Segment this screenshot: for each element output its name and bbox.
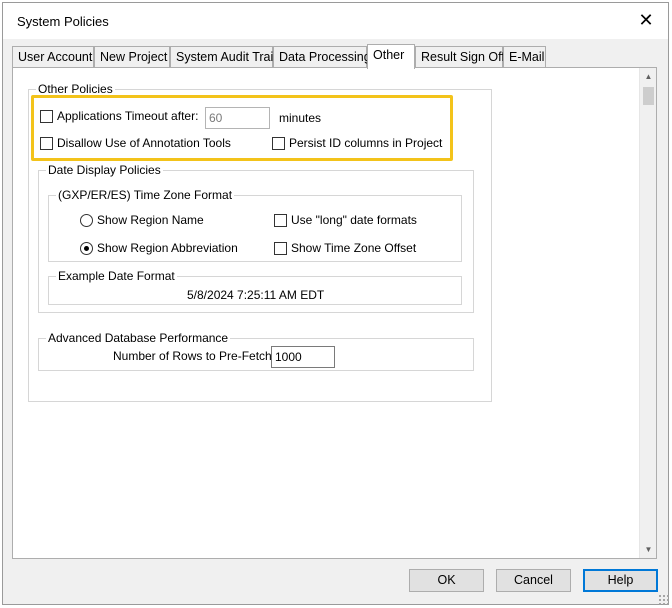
cancel-button[interactable]: Cancel [496, 569, 571, 592]
scroll-down-icon[interactable]: ▼ [640, 541, 657, 558]
rows-prefetch-label: Number of Rows to Pre-Fetch: [113, 349, 276, 363]
minutes-unit-label: minutes [279, 111, 322, 125]
show-time-zone-offset-label: Show Time Zone Offset [291, 241, 417, 255]
show-region-abbreviation-label: Show Region Abbreviation [97, 241, 238, 255]
checkbox-box[interactable] [40, 109, 53, 123]
tab-result-sign-off[interactable]: Result Sign Off [415, 46, 505, 68]
checkbox-box[interactable] [274, 241, 287, 255]
applications-timeout-checkbox[interactable]: Applications Timeout after: [40, 109, 198, 123]
vertical-scrollbar[interactable]: ▲ ▼ [639, 68, 656, 558]
tab-user-account[interactable]: User Account [12, 46, 94, 68]
tab-new-project[interactable]: New Project [94, 46, 170, 68]
tab-system-audit-trail[interactable]: System Audit Trail [170, 46, 276, 68]
advanced-database-performance-legend: Advanced Database Performance [46, 331, 231, 345]
tab-other[interactable]: Other [367, 44, 415, 69]
tab-e-mail[interactable]: E-Mail [503, 46, 546, 68]
radio-circle-selected[interactable] [80, 241, 93, 255]
disallow-annotation-label: Disallow Use of Annotation Tools [57, 136, 231, 150]
show-region-name-radio[interactable]: Show Region Name [80, 213, 204, 227]
other-policies-legend: Other Policies [36, 82, 115, 96]
tab-data-processing[interactable]: Data Processing [273, 46, 371, 68]
use-long-date-formats-label: Use "long" date formats [291, 213, 417, 227]
radio-circle[interactable] [80, 213, 93, 227]
persist-id-columns-label: Persist ID columns in Project [289, 136, 443, 150]
example-date-value: 5/8/2024 7:25:11 AM EDT [187, 288, 325, 302]
close-icon[interactable]: ✕ [636, 10, 656, 30]
resize-grip-icon[interactable] [658, 594, 670, 606]
help-button[interactable]: Help [583, 569, 658, 592]
example-date-format-legend: Example Date Format [56, 269, 177, 283]
title-bar: System Policies ✕ [3, 3, 668, 39]
checkbox-box[interactable] [272, 136, 285, 150]
rows-prefetch-input[interactable] [271, 346, 335, 368]
show-region-abbreviation-radio[interactable]: Show Region Abbreviation [80, 241, 238, 255]
checkbox-box[interactable] [40, 136, 53, 150]
scroll-thumb[interactable] [643, 87, 654, 105]
ok-button[interactable]: OK [409, 569, 484, 592]
time-zone-format-legend: (GXP/ER/ES) Time Zone Format [56, 188, 235, 202]
persist-id-columns-checkbox[interactable]: Persist ID columns in Project [272, 136, 442, 150]
window-title: System Policies [17, 14, 109, 29]
applications-timeout-label: Applications Timeout after: [57, 109, 199, 123]
checkbox-box[interactable] [274, 213, 287, 227]
date-display-policies-legend: Date Display Policies [46, 163, 163, 177]
timeout-minutes-input[interactable] [205, 107, 270, 129]
show-region-name-label: Show Region Name [97, 213, 204, 227]
show-time-zone-offset-checkbox[interactable]: Show Time Zone Offset [274, 241, 416, 255]
scroll-up-icon[interactable]: ▲ [640, 68, 657, 85]
use-long-date-formats-checkbox[interactable]: Use "long" date formats [274, 213, 417, 227]
disallow-annotation-checkbox[interactable]: Disallow Use of Annotation Tools [40, 136, 231, 150]
